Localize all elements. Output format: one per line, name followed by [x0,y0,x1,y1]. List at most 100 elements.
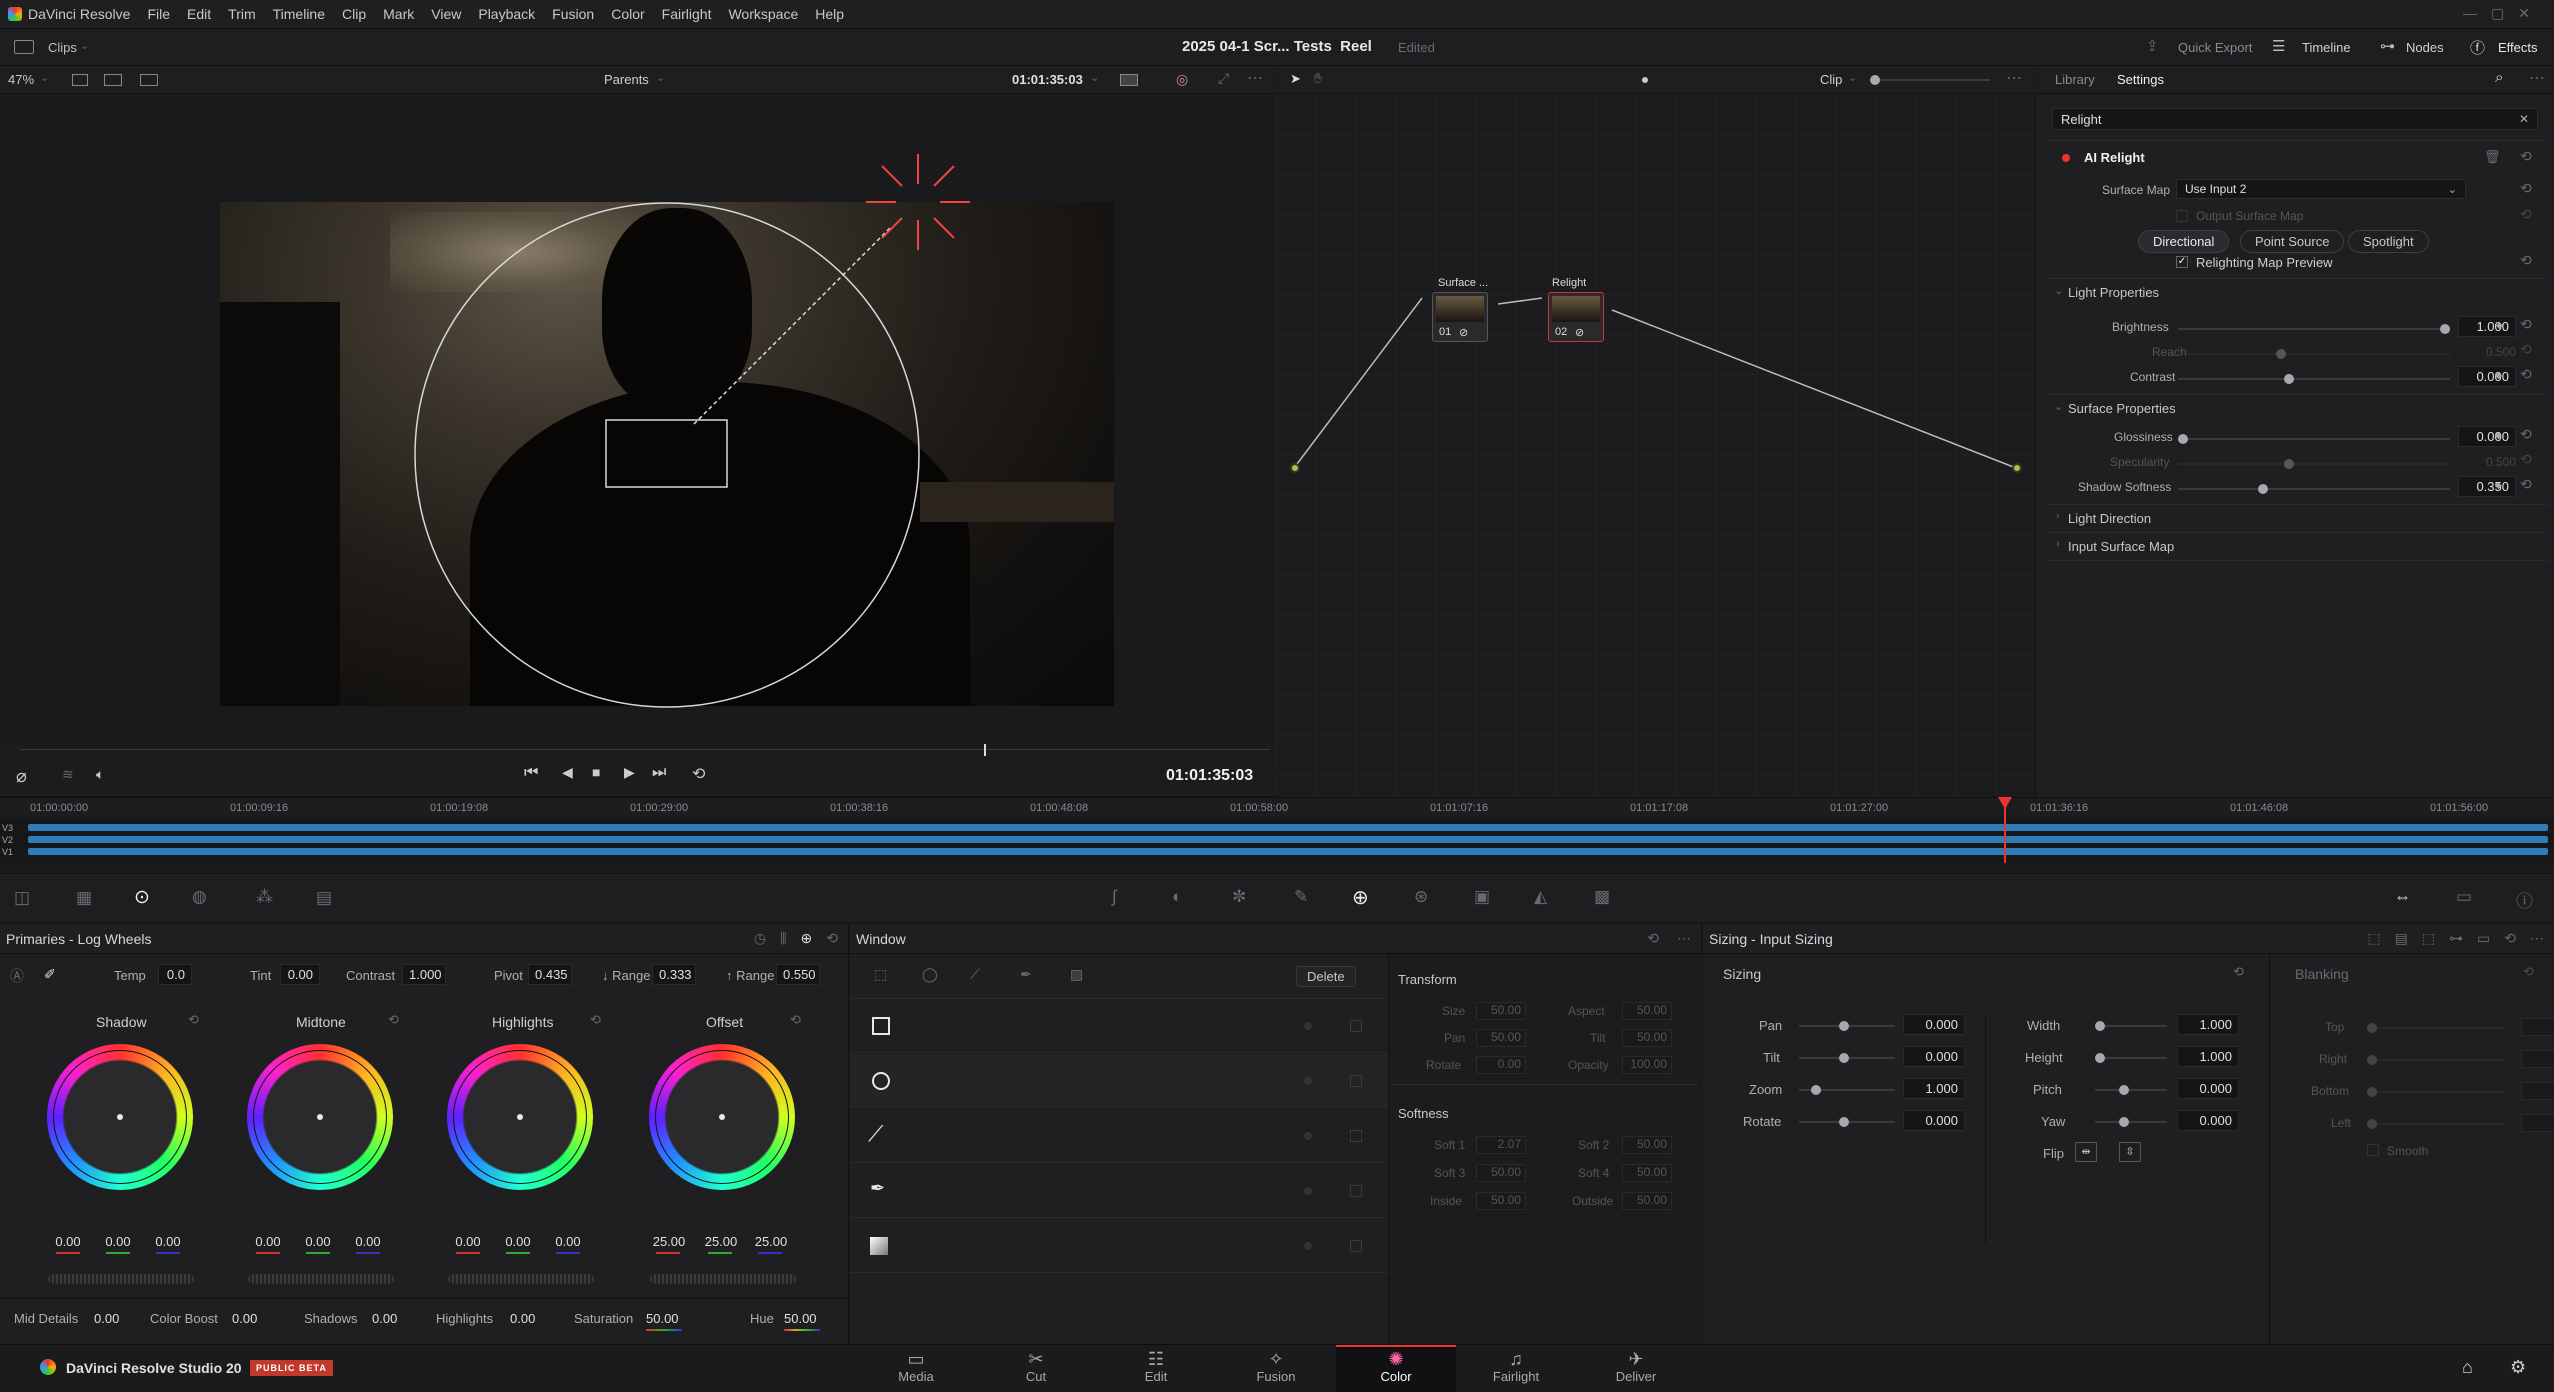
scrubber-playhead[interactable] [984,744,986,756]
size-width-slider[interactable] [2095,1021,2167,1031]
grade-mode-icon[interactable]: ⌀ [16,766,27,787]
menu-color[interactable]: Color [611,6,644,22]
sizing-more-icon[interactable]: ⋯ [2530,930,2544,947]
node-graph[interactable]: Surface ... 01 ⊘ Relight 02 ⊘ [1276,94,2034,797]
search-clear-icon[interactable]: ✕ [2519,112,2529,126]
highlights-r[interactable]: 0.00 [452,1234,484,1249]
offset-b[interactable]: 25.00 [752,1234,790,1249]
high-range-value[interactable]: 0.550 [776,964,820,985]
shadow-soft-slider[interactable] [2178,484,2450,494]
size-zoom-value[interactable]: 1.000 [1903,1078,1965,1099]
output-dot[interactable] [2012,463,2022,473]
highlights-reset-icon[interactable]: ⟲ [590,1012,601,1028]
track-v1-clip[interactable] [28,848,2548,855]
add-rect-window-icon[interactable]: ⬚ [874,966,887,983]
temp-value[interactable]: 0.0 [158,964,192,985]
track-v2-clip[interactable] [28,836,2548,843]
surface-map-select[interactable]: Use Input 2 ⌄ [2176,179,2466,199]
low-range-value[interactable]: 0.333 [652,964,696,985]
clips-chevron-icon[interactable]: ⌄ [80,39,89,52]
playhead-handle-icon[interactable] [1998,797,2012,809]
window-controls[interactable]: —▢✕ [2463,5,2544,22]
primaries-reset-icon[interactable]: ⟲ [826,930,838,947]
effect-enabled-dot[interactable] [2062,154,2070,162]
color-match-icon[interactable]: ▦ [76,888,92,908]
sizing-mode4-icon[interactable]: ⊶ [2449,930,2463,947]
tilt-value[interactable]: 50.00 [1622,1029,1672,1047]
pan-value[interactable]: 50.00 [1476,1029,1526,1047]
size-height-slider[interactable] [2095,1053,2167,1063]
jump-start-icon[interactable]: ⏮︎ [524,764,538,782]
menu-workspace[interactable]: Workspace [728,6,798,22]
shadow-wheel[interactable] [47,1044,193,1190]
effects-button[interactable]: Effects [2498,40,2538,55]
size-height-value[interactable]: 1.000 [2177,1046,2239,1067]
relight-preview-checkbox[interactable]: ✓ [2176,256,2188,268]
output-surface-checkbox[interactable] [2176,210,2188,222]
aspect-value[interactable]: 50.00 [1622,1002,1672,1020]
mode-directional[interactable]: Directional [2138,230,2230,253]
menu-fairlight[interactable]: Fairlight [662,6,712,22]
menu-file[interactable]: File [147,6,170,22]
magic-mask-icon[interactable]: ▣ [1474,887,1490,907]
brightness-slider[interactable] [2178,324,2450,334]
viewer-more-icon[interactable]: ⋯ [1247,68,1263,88]
gradient-invert-toggle[interactable] [1304,1242,1312,1250]
blank-left-slider[interactable] [2367,1119,2503,1129]
reach-slider[interactable] [2178,349,2450,359]
node-02[interactable]: 02 ⊘ [1548,292,1604,342]
shadow-soft-value[interactable]: 0.350 [2458,476,2516,497]
highlights-wheel[interactable] [447,1044,593,1190]
eyedropper-icon[interactable]: ✎ [1294,887,1308,907]
size-pitch-value[interactable]: 0.000 [2177,1078,2239,1099]
primaries-bars-icon[interactable]: ⫼ [780,930,786,947]
page-fairlight[interactable]: ♫ Fairlight [1476,1349,1556,1384]
node-01[interactable]: 01 ⊘ [1432,292,1488,342]
quick-export-button[interactable]: Quick Export [2178,40,2252,55]
surface-props-header[interactable]: Surface Properties [2068,401,2176,416]
gloss-keyframe-icon[interactable]: ◆ [2495,430,2502,441]
mode-point-source[interactable]: Point Source [2240,230,2345,253]
loop-icon[interactable]: ⟲ [692,764,705,784]
highlights-g[interactable]: 0.00 [502,1234,534,1249]
surface-props-chevron-icon[interactable]: ⌄ [2054,400,2063,413]
effect-delete-icon[interactable]: 🗑︎ [2484,149,2501,165]
window-tool-icon[interactable]: ⊕ [1352,885,1369,910]
size-yaw-value[interactable]: 0.000 [2177,1110,2239,1131]
blank-bottom-box[interactable] [2521,1082,2554,1100]
surface-map-reset-icon[interactable]: ⟲ [2520,180,2532,197]
home-icon[interactable]: ⌂ [2462,1357,2473,1378]
size-width-value[interactable]: 1.000 [2177,1014,2239,1035]
flip-vertical-icon[interactable]: ⇳ [2119,1142,2141,1162]
gloss-slider[interactable] [2178,434,2450,444]
contrast-wheel-value[interactable]: 1.000 [402,964,446,985]
fullscreen-icon[interactable]: ⤢ [1218,70,1229,87]
soft1-value[interactable]: 2.07 [1476,1136,1526,1154]
light-props-header[interactable]: Light Properties [2068,285,2159,300]
smooth-checkbox[interactable] [2367,1144,2379,1156]
light-dir-chevron-icon[interactable]: › [2056,510,2060,522]
window-more-icon[interactable]: ⋯ [1677,930,1691,947]
blank-right-slider[interactable] [2367,1055,2503,1065]
blank-right-box[interactable] [2521,1050,2554,1068]
page-media[interactable]: ▭ Media [876,1349,956,1384]
blank-top-slider[interactable] [2367,1023,2503,1033]
menu-trim[interactable]: Trim [228,6,255,22]
delete-window-button[interactable]: Delete [1296,966,1356,987]
effects-icon[interactable]: ⓕ [2470,37,2485,58]
split-viewer-icon[interactable] [104,74,122,86]
menu-app[interactable]: DaVinci Resolve [28,6,130,22]
spec-slider[interactable] [2178,459,2450,469]
primaries-auto-icon[interactable]: ◷ [754,930,766,947]
gloss-reset-icon[interactable]: ⟲ [2520,426,2532,443]
node-zoom-slider[interactable] [1870,75,1990,85]
reach-value[interactable]: 0.500 [2486,345,2516,359]
output-surface-reset-icon[interactable]: ⟲ [2520,206,2532,223]
menu-mark[interactable]: Mark [383,6,414,22]
timecode-chevron-icon[interactable]: ⌄ [1090,71,1099,84]
nodes-icon[interactable]: ⊶ [2380,37,2395,55]
pen-enable-checkbox[interactable] [1350,1185,1362,1197]
contrast-value[interactable]: 0.000 [2458,366,2516,387]
input-surface-header[interactable]: Input Surface Map [2068,539,2174,554]
shadow-soft-keyframe-icon[interactable]: ◆ [2495,480,2502,491]
